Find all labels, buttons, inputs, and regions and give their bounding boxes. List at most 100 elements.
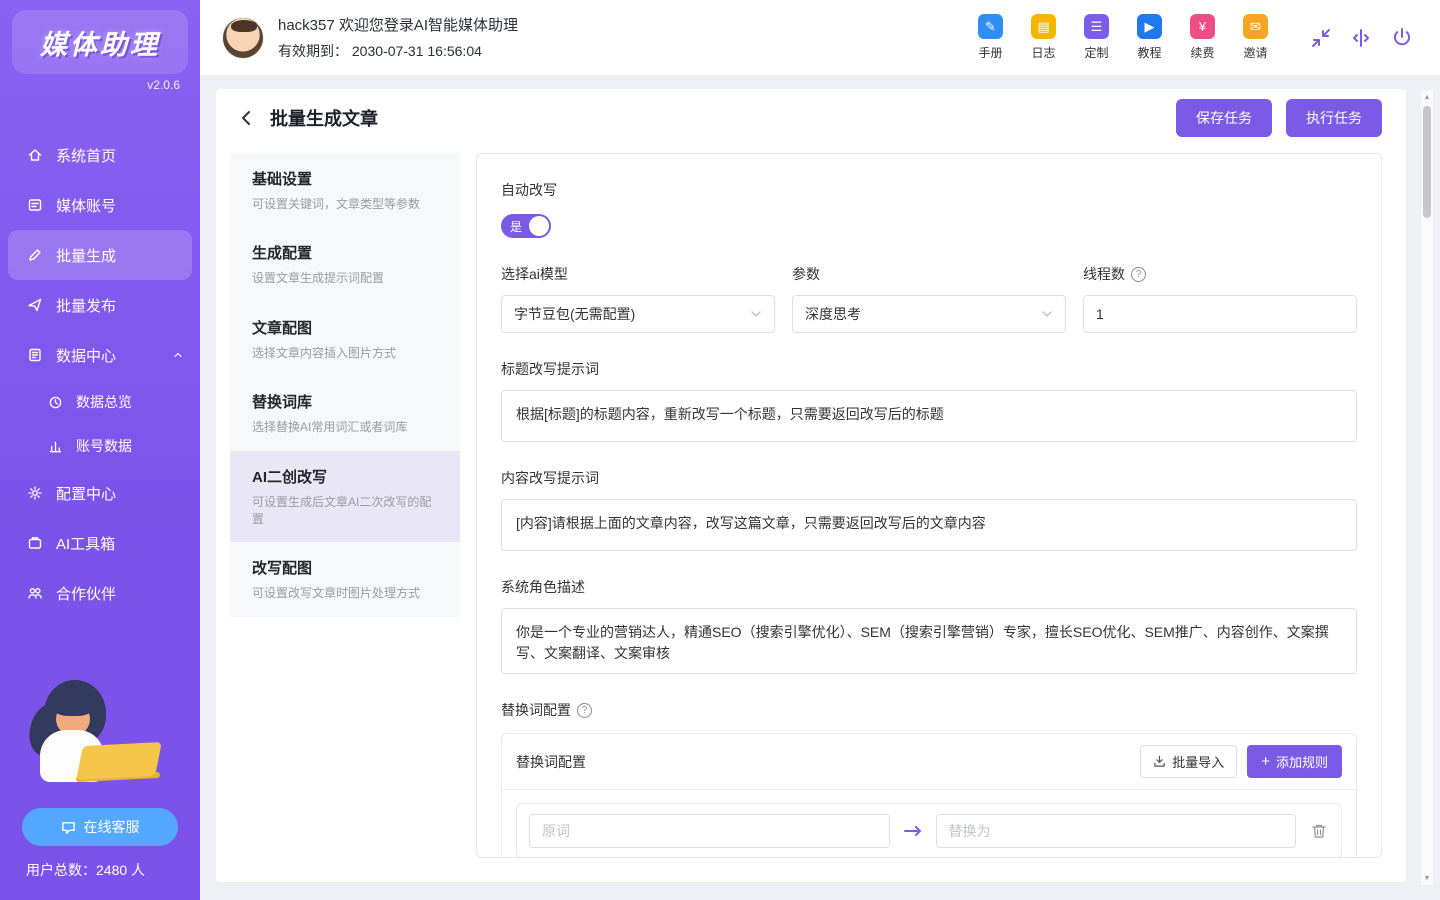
invite-button[interactable]: ✉ 邀请 bbox=[1243, 14, 1268, 61]
user-total-label: 用户总数：2480 人 bbox=[0, 846, 200, 884]
invite-label: 邀请 bbox=[1243, 44, 1267, 61]
online-service-label: 在线客服 bbox=[84, 817, 140, 837]
add-rule-button[interactable]: + 添加规则 bbox=[1247, 745, 1342, 778]
page-body: 基础设置 可设置关键词，文章类型等参数 生成配置 设置文章生成提示词配置 文章配… bbox=[216, 147, 1406, 882]
toolbox-icon bbox=[26, 534, 44, 552]
help-icon[interactable]: ? bbox=[1131, 267, 1146, 282]
scrollbar-track[interactable] bbox=[1421, 104, 1433, 871]
scroll-up-arrow[interactable]: ▲ bbox=[1424, 90, 1431, 104]
sidebar-item-batch-publish[interactable]: 批量发布 bbox=[0, 280, 200, 330]
chat-icon bbox=[61, 820, 76, 835]
settings-nav-ai-rewrite[interactable]: AI二创改写 可设置生成后文章AI二次改写的配置 bbox=[230, 451, 460, 543]
settings-nav-article-image[interactable]: 文章配图 选择文章内容插入图片方式 bbox=[230, 302, 460, 376]
param-field: 参数 深度思考 bbox=[792, 264, 1066, 333]
avatar bbox=[222, 17, 264, 59]
sidebar-item-label: 账号数据 bbox=[76, 436, 132, 456]
tutorial-label: 教程 bbox=[1137, 44, 1161, 61]
sidebar-item-config-center[interactable]: 配置中心 bbox=[0, 468, 200, 518]
replace-panel-header: 替换词配置 批量导入 + 添加规则 bbox=[502, 734, 1356, 789]
manual-button[interactable]: ✎ 手册 bbox=[978, 14, 1003, 61]
home-icon bbox=[26, 146, 44, 164]
auto-rewrite-toggle[interactable]: 是 bbox=[501, 214, 551, 238]
page-header: 批量生成文章 保存任务 执行任务 bbox=[216, 89, 1406, 147]
scroll-down-arrow[interactable]: ▼ bbox=[1424, 871, 1431, 885]
original-word-input[interactable] bbox=[529, 814, 890, 848]
exit-fullscreen-icon[interactable] bbox=[1310, 27, 1332, 49]
sidebar-item-partners[interactable]: 合作伙伴 bbox=[0, 568, 200, 618]
collapse-icon[interactable] bbox=[1350, 27, 1372, 49]
header-actions: 保存任务 执行任务 bbox=[1176, 99, 1382, 137]
settings-nav-title: AI二创改写 bbox=[252, 466, 442, 487]
ai-model-label: 选择ai模型 bbox=[501, 264, 775, 284]
sidebar-item-label: AI工具箱 bbox=[56, 533, 115, 554]
tutorial-button[interactable]: ▶ 教程 bbox=[1137, 14, 1162, 61]
settings-nav-title: 生成配置 bbox=[252, 242, 442, 263]
sidebar-item-label: 批量生成 bbox=[56, 245, 116, 266]
back-button[interactable] bbox=[238, 109, 256, 127]
sidebar-item-batch-generate[interactable]: 批量生成 bbox=[8, 230, 192, 280]
replace-config-label-text: 替换词配置 bbox=[501, 700, 571, 720]
ai-model-select[interactable]: 字节豆包(无需配置) bbox=[501, 295, 775, 333]
log-button[interactable]: ▤ 日志 bbox=[1031, 14, 1056, 61]
replace-word-input[interactable] bbox=[936, 814, 1297, 848]
settings-nav-generate[interactable]: 生成配置 设置文章生成提示词配置 bbox=[230, 227, 460, 301]
customer-service-illustration bbox=[0, 654, 200, 804]
sidebar-item-label: 数据中心 bbox=[56, 345, 116, 366]
sidebar-bottom: 在线客服 用户总数：2480 人 bbox=[0, 654, 200, 900]
param-value: 深度思考 bbox=[805, 304, 861, 324]
plus-icon: + bbox=[1261, 754, 1270, 769]
sidebar-item-media-accounts[interactable]: 媒体账号 bbox=[0, 180, 200, 230]
version-label: v2.0.6 bbox=[147, 78, 180, 92]
settings-nav-desc: 选择替换AI常用词汇或者词库 bbox=[252, 419, 442, 436]
log-label: 日志 bbox=[1031, 44, 1055, 61]
replace-panel: 替换词配置 批量导入 + 添加规则 bbox=[501, 733, 1357, 858]
save-task-button[interactable]: 保存任务 bbox=[1176, 99, 1272, 137]
run-task-button[interactable]: 执行任务 bbox=[1286, 99, 1382, 137]
welcome-block: hack357 欢迎您登录AI智能媒体助理 有效期到： 2030-07-31 1… bbox=[278, 14, 518, 61]
batch-import-button[interactable]: 批量导入 bbox=[1140, 745, 1237, 778]
online-service-button[interactable]: 在线客服 bbox=[22, 808, 178, 846]
sidebar-item-home[interactable]: 系统首页 bbox=[0, 130, 200, 180]
data-center-icon bbox=[26, 346, 44, 364]
param-select[interactable]: 深度思考 bbox=[792, 295, 1066, 333]
role-textarea[interactable]: 你是一个专业的营销达人，精通SEO（搜索引擎优化）、SEM（搜索引擎营销）专家，… bbox=[501, 608, 1357, 674]
settings-nav-replace-library[interactable]: 替换词库 选择替换AI常用词汇或者词库 bbox=[230, 376, 460, 450]
illustration-hair bbox=[52, 694, 94, 716]
settings-nav-title: 替换词库 bbox=[252, 391, 442, 412]
power-icon[interactable] bbox=[1390, 26, 1414, 50]
custom-button[interactable]: ☰ 定制 bbox=[1084, 14, 1109, 61]
thread-count-input[interactable] bbox=[1083, 295, 1357, 333]
media-account-icon bbox=[26, 196, 44, 214]
ai-model-field: 选择ai模型 字节豆包(无需配置) bbox=[501, 264, 775, 333]
gear-icon bbox=[26, 484, 44, 502]
settings-nav-basic[interactable]: 基础设置 可设置关键词，文章类型等参数 bbox=[230, 153, 460, 227]
arrow-right-icon bbox=[903, 824, 923, 838]
param-label: 参数 bbox=[792, 264, 1066, 284]
welcome-text: hack357 欢迎您登录AI智能媒体助理 bbox=[278, 14, 518, 35]
title-prompt-label: 标题改写提示词 bbox=[501, 359, 1357, 379]
add-rule-label: 添加规则 bbox=[1276, 752, 1328, 771]
toggle-knob bbox=[529, 216, 549, 236]
title-prompt-textarea[interactable]: 根据[标题]的标题内容，重新改写一个标题，只需要返回改写后的标题 bbox=[501, 390, 1357, 442]
logo-text: 媒体助理 bbox=[40, 23, 160, 62]
sidebar-item-data-center[interactable]: 数据中心 bbox=[0, 330, 200, 380]
rewrite-form-panel: 自动改写 是 选择ai模型 字节豆包(无需配置) bbox=[476, 153, 1382, 858]
replace-config-label: 替换词配置 ? bbox=[501, 700, 1357, 720]
sidebar-item-label: 媒体账号 bbox=[56, 195, 116, 216]
sidebar-item-ai-toolbox[interactable]: AI工具箱 bbox=[0, 518, 200, 568]
sidebar-item-label: 批量发布 bbox=[56, 295, 116, 316]
settings-nav-rewrite-image[interactable]: 改写配图 可设置改写文章时图片处理方式 bbox=[230, 542, 460, 616]
custom-icon: ☰ bbox=[1084, 14, 1109, 39]
trash-icon[interactable] bbox=[1309, 823, 1329, 839]
sidebar-item-data-overview[interactable]: 数据总览 bbox=[0, 380, 200, 424]
renew-button[interactable]: ¥ 续费 bbox=[1190, 14, 1215, 61]
content-prompt-textarea[interactable]: [内容]请根据上面的文章内容，改写这篇文章，只需要返回改写后的文章内容 bbox=[501, 499, 1357, 551]
help-icon[interactable]: ? bbox=[577, 703, 592, 718]
renew-label: 续费 bbox=[1190, 44, 1214, 61]
settings-nav-title: 改写配图 bbox=[252, 557, 442, 578]
scrollbar-thumb[interactable] bbox=[1423, 106, 1431, 218]
page-card: 批量生成文章 保存任务 执行任务 基础设置 可设置关键词，文章类型等参数 bbox=[216, 89, 1406, 882]
batch-import-label: 批量导入 bbox=[1172, 752, 1224, 771]
sidebar: 媒体助理 v2.0.6 系统首页 媒体账号 批量生成 批量发布 bbox=[0, 0, 200, 900]
sidebar-item-account-data[interactable]: 账号数据 bbox=[0, 424, 200, 468]
